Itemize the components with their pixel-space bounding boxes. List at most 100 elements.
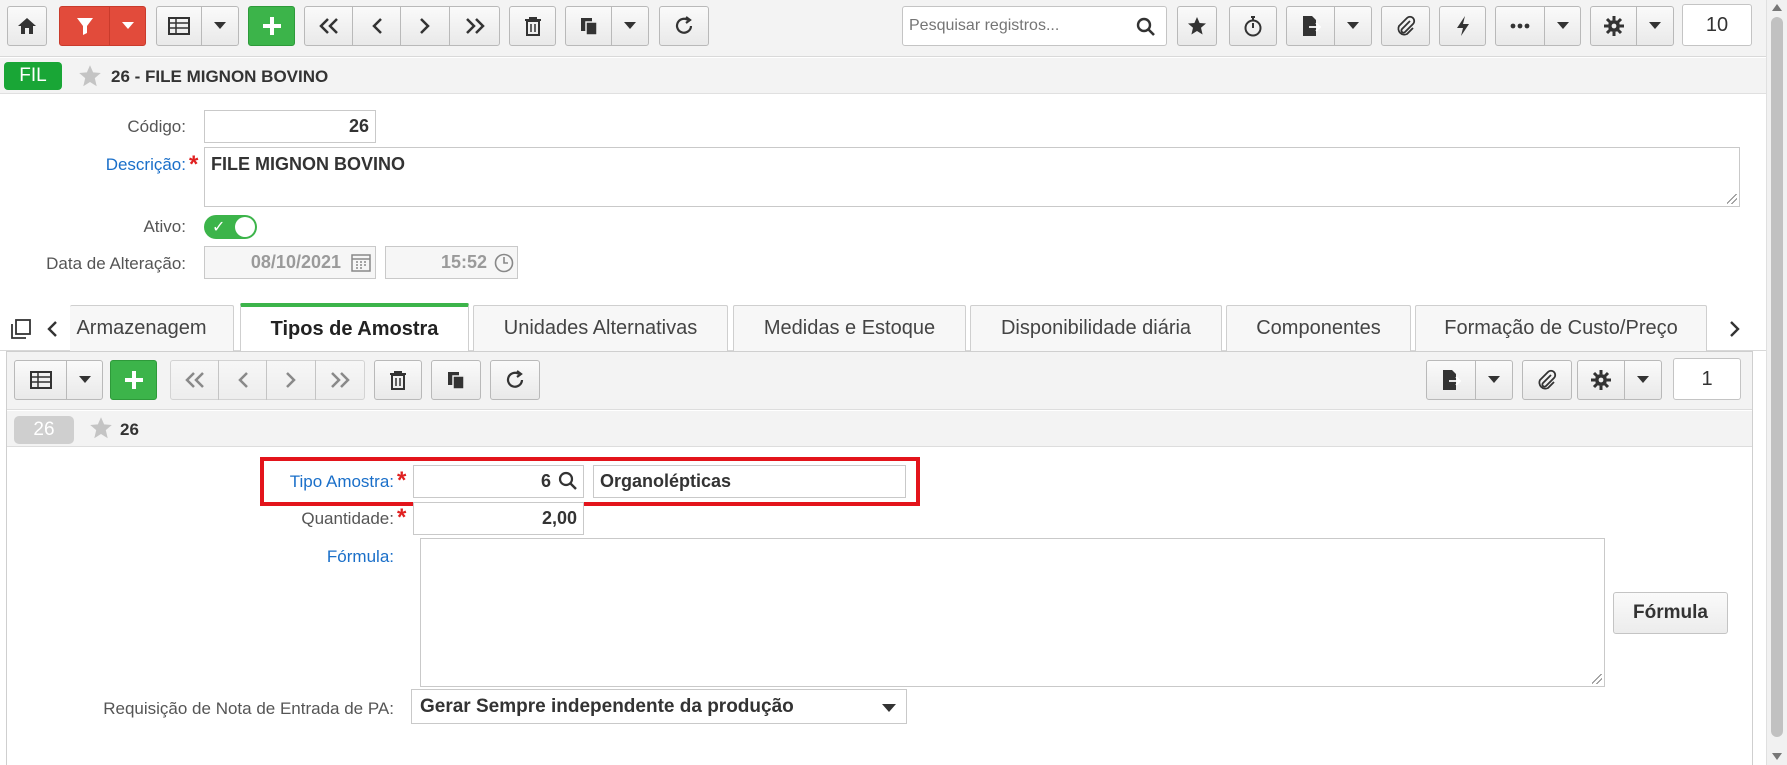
- calendar-icon[interactable]: [351, 253, 371, 272]
- resize-grip-icon[interactable]: [1592, 674, 1602, 684]
- scroll-up-icon[interactable]: [1772, 4, 1782, 11]
- requisicao-select[interactable]: Gerar Sempre independente da produção: [411, 689, 907, 724]
- first-record-button[interactable]: [170, 360, 219, 400]
- copy-button[interactable]: [431, 360, 481, 400]
- grid-view-button[interactable]: [156, 6, 202, 46]
- refresh-button[interactable]: [659, 6, 709, 46]
- export-dropdown-button[interactable]: [1475, 360, 1513, 400]
- ativo-toggle[interactable]: ✓: [204, 215, 257, 239]
- search-icon[interactable]: [1136, 17, 1156, 37]
- gear-icon: [1603, 16, 1624, 36]
- home-button[interactable]: [7, 6, 47, 46]
- home-icon: [18, 18, 36, 34]
- add-button[interactable]: [248, 6, 295, 46]
- star-icon[interactable]: [89, 416, 113, 440]
- export-dropdown-button[interactable]: [1334, 6, 1372, 46]
- tab-label: Tipos de Amostra: [270, 317, 439, 340]
- scroll-down-icon[interactable]: [1772, 753, 1782, 760]
- tab-unidades-alternativas[interactable]: Unidades Alternativas: [473, 305, 728, 351]
- tab-label: Armazenagem: [76, 317, 207, 339]
- previous-record-button[interactable]: [352, 6, 401, 46]
- next-record-button[interactable]: [400, 6, 450, 46]
- file-export-icon: [1443, 370, 1461, 390]
- chevron-right-icon: [420, 18, 430, 34]
- caret-down-icon: [1556, 22, 1569, 29]
- formula-field[interactable]: [420, 538, 1605, 687]
- last-record-button[interactable]: [315, 360, 365, 400]
- record-count[interactable]: 10: [1682, 4, 1752, 46]
- plus-icon: [262, 17, 281, 35]
- star-icon: [1188, 17, 1206, 35]
- tab-medidas-e-estoque[interactable]: Medidas e Estoque: [733, 305, 966, 351]
- copy-button[interactable]: [565, 6, 612, 46]
- sub-record-count[interactable]: 1: [1673, 358, 1741, 400]
- add-button[interactable]: [110, 360, 157, 400]
- attachment-button[interactable]: [1522, 360, 1572, 400]
- settings-button[interactable]: [1590, 6, 1637, 46]
- tab-componentes[interactable]: Componentes: [1226, 305, 1411, 351]
- scrollbar-thumb[interactable]: [1771, 17, 1783, 737]
- ativo-label: Ativo:: [143, 217, 186, 236]
- settings-dropdown-button[interactable]: [1636, 6, 1674, 46]
- copy-icon: [448, 372, 465, 390]
- formula-button[interactable]: Fórmula: [1613, 592, 1728, 634]
- first-record-button[interactable]: [304, 6, 353, 46]
- gear-icon: [1591, 370, 1611, 390]
- refresh-button[interactable]: [490, 360, 540, 400]
- search-input[interactable]: [903, 7, 1128, 45]
- formula-label[interactable]: Fórmula:: [200, 547, 394, 567]
- refresh-icon: [506, 370, 524, 388]
- tab-disponibilidade-diaria[interactable]: Disponibilidade diária: [970, 305, 1222, 351]
- export-button[interactable]: [1426, 360, 1476, 400]
- grid-view-button[interactable]: [14, 360, 67, 400]
- settings-button[interactable]: [1577, 360, 1625, 400]
- sub-record-title: 26: [120, 420, 139, 439]
- sub-record-badge: 26: [14, 416, 74, 444]
- tab-armazenagem[interactable]: Armazenagem: [70, 305, 234, 351]
- paperclip-icon: [1538, 369, 1557, 390]
- descricao-label[interactable]: Descrição:: [40, 155, 186, 175]
- tab-label: Formação de Custo/Preço: [1444, 317, 1678, 339]
- page-scrollbar[interactable]: [1766, 0, 1787, 765]
- more-dropdown-button[interactable]: [1544, 6, 1581, 46]
- descricao-value: FILE MIGNON BOVINO: [211, 154, 406, 174]
- caret-down-icon: [624, 22, 636, 29]
- tab-tipos-de-amostra[interactable]: Tipos de Amostra: [240, 303, 469, 351]
- trash-icon: [524, 17, 541, 36]
- grid-view-dropdown-button[interactable]: [66, 360, 103, 400]
- codigo-field[interactable]: 26: [204, 110, 376, 143]
- chevron-left-icon: [237, 372, 248, 388]
- export-button[interactable]: [1286, 6, 1335, 46]
- ellipsis-icon: [1510, 23, 1530, 29]
- more-button[interactable]: [1495, 6, 1545, 46]
- timer-button[interactable]: [1229, 6, 1277, 46]
- delete-button[interactable]: [374, 360, 422, 400]
- toggle-knob: [235, 217, 255, 237]
- tab-label: Medidas e Estoque: [763, 317, 936, 339]
- chevron-left-icon[interactable]: [46, 320, 58, 338]
- requisicao-selected-value: Gerar Sempre independente da produção: [420, 695, 794, 717]
- tab-formacao-de-custo-preco[interactable]: Formação de Custo/Preço: [1415, 305, 1707, 351]
- last-record-button[interactable]: [449, 6, 500, 46]
- quantidade-field[interactable]: 2,00: [413, 502, 584, 535]
- attachment-button[interactable]: [1381, 6, 1430, 46]
- previous-record-button[interactable]: [218, 360, 267, 400]
- copy-dropdown-button[interactable]: [611, 6, 649, 46]
- next-record-button[interactable]: [266, 360, 316, 400]
- windows-icon[interactable]: [10, 318, 32, 340]
- search-icon[interactable]: [558, 471, 578, 491]
- tipo-amostra-label[interactable]: Tipo Amostra:: [200, 472, 394, 492]
- star-icon[interactable]: [78, 64, 102, 88]
- filter-button[interactable]: [59, 6, 110, 46]
- caret-down-icon: [1649, 22, 1661, 29]
- favorite-button[interactable]: [1177, 6, 1217, 46]
- delete-button[interactable]: [509, 6, 556, 46]
- filter-dropdown-button[interactable]: [109, 6, 146, 46]
- clock-icon[interactable]: [494, 253, 514, 273]
- resize-grip-icon[interactable]: [1727, 194, 1737, 204]
- grid-view-dropdown-button[interactable]: [201, 6, 239, 46]
- chevron-right-icon[interactable]: [1729, 320, 1741, 338]
- descricao-field[interactable]: FILE MIGNON BOVINO: [204, 147, 1740, 207]
- settings-dropdown-button[interactable]: [1624, 360, 1662, 400]
- quick-action-button[interactable]: [1439, 6, 1486, 46]
